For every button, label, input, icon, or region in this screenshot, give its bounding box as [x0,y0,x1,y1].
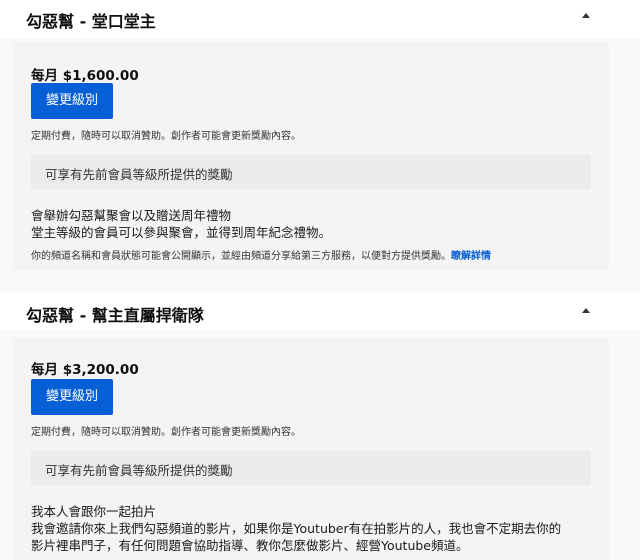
tier-price: 每月 $3,200.00 [31,362,139,378]
tier-price: 每月 $1,600.00 [31,68,139,84]
change-tier-button[interactable]: 變更級別 [31,83,113,119]
privacy-note-text: 你的頻道名稱和會員狀態可能會公開顯示，並經由頻道分享給第三方服務，以便對方提供獎… [31,251,451,262]
learn-more-link[interactable]: 瞭解詳情 [451,251,491,262]
caret-up-icon[interactable] [582,13,590,18]
privacy-note: 你的頻道名稱和會員狀態可能會公開顯示，並經由頻道分享給第三方服務，以便對方提供獎… [31,247,491,262]
previous-perks-text: 可享有先前會員等級所提供的獎勵 [45,167,233,182]
tier-title: 勾惡幫 - 堂口堂主 [26,12,156,31]
tier-card-2: 每月 $3,200.00 變更級別 定期付費，隨時可以取消贊助。創作者可能會更新… [13,338,609,560]
billing-note: 定期付費，隨時可以取消贊助。創作者可能會更新獎勵內容。 [31,131,301,142]
perk-line: 堂主等級的會員可以參與聚會，並得到周年紀念禮物。 [31,225,332,240]
tier-header-2[interactable]: 勾惡幫 - 幫主直屬捍衛隊 [0,292,640,330]
caret-up-icon[interactable] [582,308,590,313]
tier-title: 勾惡幫 - 幫主直屬捍衛隊 [26,306,204,325]
perk-line: 影片裡串門子，有任何問題會協助指導、教你怎麼做影片、經營Youtube頻道。 [31,538,469,553]
previous-perks-box: 可享有先前會員等級所提供的獎勵 [31,155,591,189]
previous-perks-text: 可享有先前會員等級所提供的獎勵 [45,463,233,478]
change-tier-button[interactable]: 變更級別 [31,379,113,415]
billing-note: 定期付費，隨時可以取消贊助。創作者可能會更新獎勵內容。 [31,427,301,438]
tier-header-1[interactable]: 勾惡幫 - 堂口堂主 [0,0,640,38]
tier-card-1: 每月 $1,600.00 變更級別 定期付費，隨時可以取消贊助。創作者可能會更新… [13,42,609,270]
membership-page: 勾惡幫 - 堂口堂主 每月 $1,600.00 變更級別 定期付費，隨時可以取消… [0,0,640,560]
previous-perks-box: 可享有先前會員等級所提供的獎勵 [31,451,591,485]
